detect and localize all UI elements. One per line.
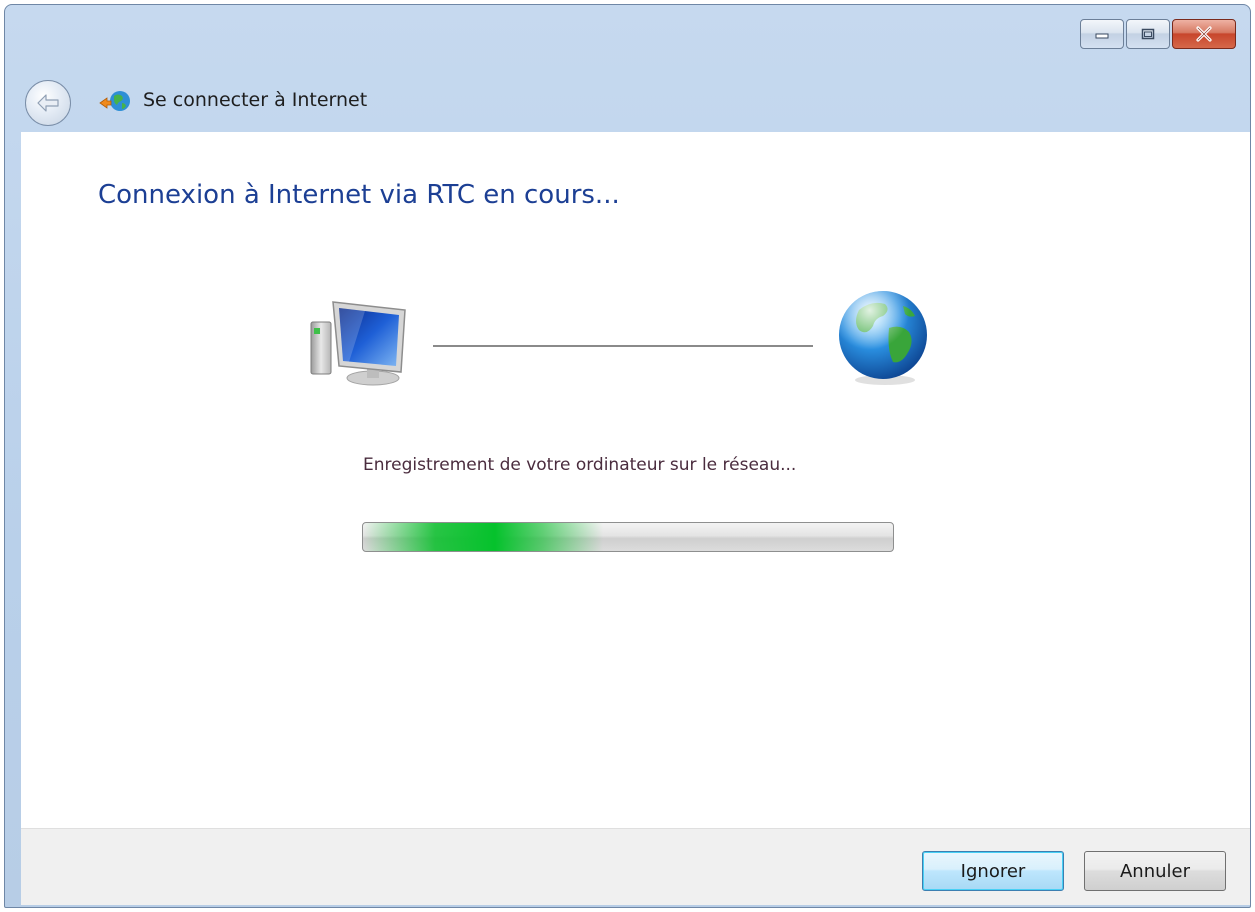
status-text: Enregistrement de votre ordinateur sur l… bbox=[363, 455, 797, 475]
cancel-button-label: Annuler bbox=[1119, 860, 1190, 882]
progress-bar bbox=[362, 522, 894, 552]
window-title: Se connecter à Internet bbox=[143, 89, 368, 111]
maximize-icon bbox=[1141, 28, 1155, 40]
back-button[interactable] bbox=[25, 80, 71, 126]
network-connect-icon bbox=[99, 91, 130, 111]
wizard-content: Connexion à Internet via RTC en cours... bbox=[21, 132, 1250, 828]
ignore-button[interactable]: Ignorer bbox=[922, 851, 1064, 891]
wizard-footer: Ignorer Annuler bbox=[21, 828, 1250, 905]
minimize-button[interactable] bbox=[1080, 19, 1124, 49]
minimize-icon bbox=[1095, 33, 1109, 39]
ignore-button-label: Ignorer bbox=[960, 860, 1026, 882]
progress-marquee bbox=[363, 523, 603, 551]
close-icon bbox=[1196, 26, 1212, 42]
caption-buttons bbox=[1080, 19, 1236, 49]
back-arrow-icon bbox=[37, 94, 59, 112]
close-button[interactable] bbox=[1172, 19, 1236, 49]
globe-icon bbox=[839, 291, 927, 385]
wizard-window: Se connecter à Internet Connexion à Inte… bbox=[4, 4, 1251, 908]
maximize-button[interactable] bbox=[1126, 19, 1170, 49]
connection-line bbox=[433, 345, 813, 347]
cancel-button[interactable]: Annuler bbox=[1084, 851, 1226, 891]
page-heading: Connexion à Internet via RTC en cours... bbox=[98, 180, 620, 210]
computer-icon bbox=[310, 301, 406, 386]
